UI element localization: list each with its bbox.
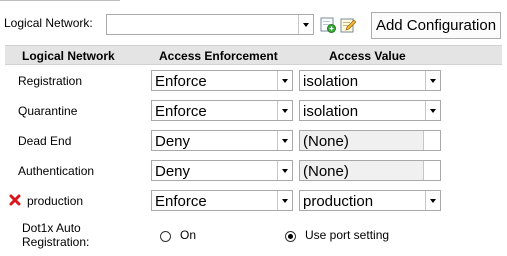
disabled-dropdown-button	[423, 161, 440, 180]
enforcement-select-dead-end[interactable]: Deny	[151, 130, 293, 151]
chevron-down-icon[interactable]	[425, 71, 440, 90]
enforcement-select-production[interactable]: Enforce	[151, 190, 293, 211]
dot1x-use-port-setting-radio[interactable]	[285, 231, 296, 242]
chevron-down-icon[interactable]	[425, 191, 440, 210]
dot1x-use-port-setting-label[interactable]: Use port setting	[305, 228, 389, 242]
enforcement-value: Enforce	[155, 73, 207, 90]
access-value: (None)	[303, 163, 349, 180]
access-value: production	[303, 193, 374, 210]
header-access-value: Access Value	[329, 49, 406, 63]
row-label-quarantine: Quarantine	[18, 104, 78, 118]
dot1x-on-label[interactable]: On	[180, 228, 196, 242]
edit-network-icon[interactable]	[340, 17, 356, 33]
dot1x-label-line1: Dot1x Auto	[22, 221, 81, 235]
access-value-select-production[interactable]: production	[299, 190, 441, 211]
chevron-down-icon[interactable]	[277, 101, 292, 120]
enforcement-value: Deny	[155, 133, 191, 150]
access-value: (None)	[303, 133, 349, 150]
row-label-production: production	[27, 194, 84, 208]
row-label-registration: Registration	[18, 74, 83, 88]
add-configuration-button[interactable]: Add Configuration	[371, 12, 501, 39]
access-value-field-authentication: (None)	[299, 160, 441, 181]
access-value-select-quarantine[interactable]: isolation	[299, 100, 441, 121]
enforcement-select-quarantine[interactable]: Enforce	[151, 100, 293, 121]
add-network-icon[interactable]	[320, 17, 336, 33]
chevron-down-icon[interactable]	[277, 161, 292, 180]
disabled-dropdown-button	[423, 131, 440, 150]
chevron-down-icon[interactable]	[277, 131, 292, 150]
top-divider	[0, 0, 120, 1]
logical-network-label: Logical Network:	[4, 16, 93, 30]
enforcement-value: Enforce	[155, 193, 207, 210]
header-logical-network: Logical Network	[22, 49, 115, 63]
chevron-down-icon[interactable]	[277, 191, 292, 210]
row-label-dead-end: Dead End	[18, 134, 72, 148]
dot1x-label-line2: Registration:	[22, 235, 90, 249]
row-label-authentication: Authentication	[18, 164, 95, 178]
chevron-down-icon[interactable]	[298, 15, 313, 34]
chevron-down-icon[interactable]	[425, 101, 440, 120]
table-header: Logical Network Access Enforcement Acces…	[5, 45, 502, 65]
chevron-down-icon[interactable]	[277, 71, 292, 90]
access-value-select-registration[interactable]: isolation	[299, 70, 441, 91]
delete-icon[interactable]	[9, 194, 21, 206]
enforcement-value: Enforce	[155, 103, 207, 120]
logical-network-select[interactable]	[106, 14, 314, 35]
access-value-field-dead-end: (None)	[299, 130, 441, 151]
access-value: isolation	[303, 73, 359, 90]
enforcement-select-authentication[interactable]: Deny	[151, 160, 293, 181]
enforcement-select-registration[interactable]: Enforce	[151, 70, 293, 91]
access-value: isolation	[303, 103, 359, 120]
dot1x-on-radio[interactable]	[160, 231, 171, 242]
enforcement-value: Deny	[155, 163, 191, 180]
header-access-enforcement: Access Enforcement	[159, 49, 278, 63]
